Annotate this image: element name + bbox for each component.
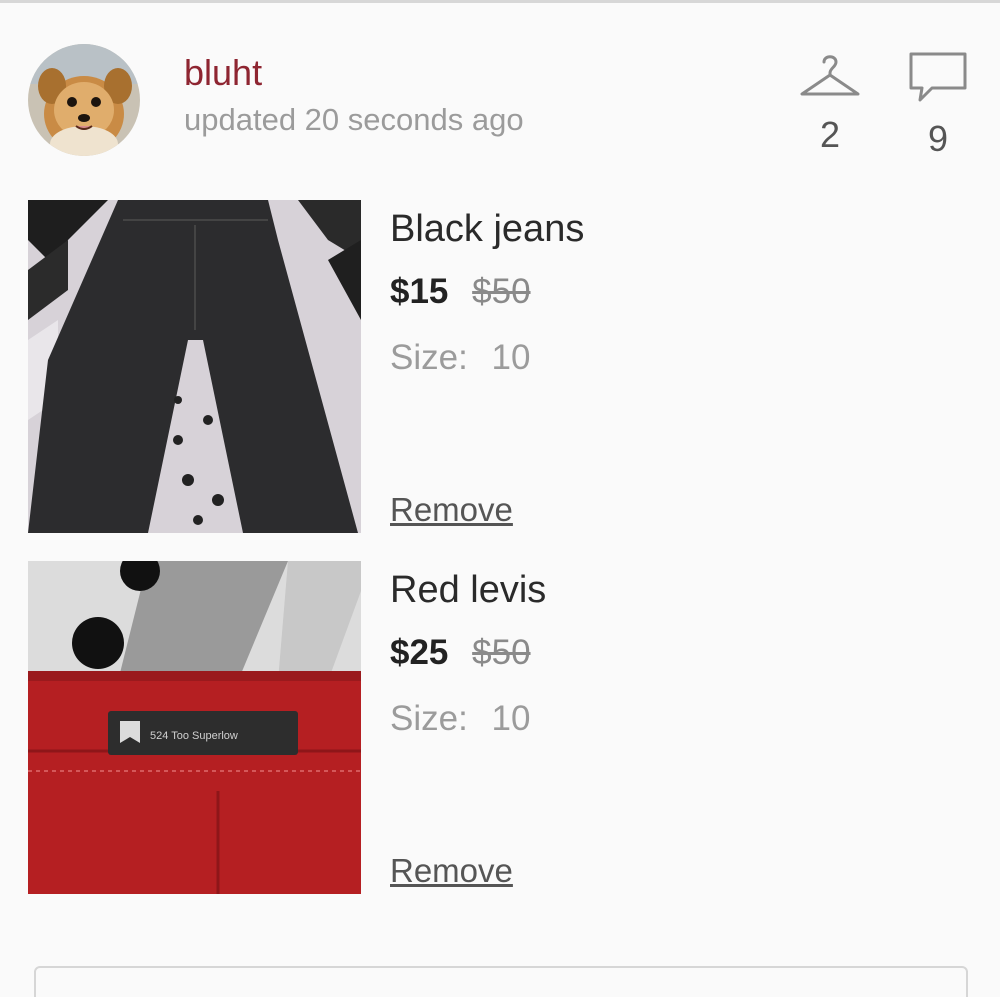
comment-count: 9 bbox=[927, 118, 949, 159]
hanger-stat[interactable]: 2 bbox=[790, 50, 870, 156]
seller-header: bluht updated 20 seconds ago 2 9 bbox=[0, 40, 1000, 170]
size-label: Size: bbox=[390, 338, 468, 377]
item-original-price: $50 bbox=[472, 272, 531, 311]
updated-timestamp: updated 20 seconds ago bbox=[184, 102, 524, 137]
size-value: 10 bbox=[491, 338, 531, 377]
list-item: 524 Too Superlow Red levis $25 $50 Size:… bbox=[28, 561, 968, 894]
item-size: Size: 10 bbox=[390, 699, 530, 739]
hanger-count: 2 bbox=[819, 114, 841, 155]
bottom-input-box[interactable] bbox=[34, 966, 968, 997]
item-original-price: $50 bbox=[472, 633, 531, 672]
top-divider bbox=[0, 0, 1000, 3]
remove-link[interactable]: Remove bbox=[390, 852, 513, 890]
item-title: Red levis bbox=[390, 569, 547, 611]
avatar[interactable] bbox=[28, 44, 140, 156]
hanger-icon bbox=[800, 55, 860, 96]
remove-link[interactable]: Remove bbox=[390, 491, 513, 529]
item-prices: $15 $50 bbox=[390, 272, 531, 312]
tag-text: 524 Too Superlow bbox=[150, 730, 238, 742]
size-label: Size: bbox=[390, 699, 468, 738]
bundle-page: bluht updated 20 seconds ago 2 9 Black j… bbox=[0, 0, 1000, 997]
item-photo[interactable]: 524 Too Superlow bbox=[28, 561, 361, 894]
comments-stat[interactable]: 9 bbox=[898, 50, 978, 160]
list-item: Black jeans $15 $50 Size: 10 Remove bbox=[28, 200, 968, 533]
item-title: Black jeans bbox=[390, 208, 585, 250]
item-size: Size: 10 bbox=[390, 338, 530, 378]
size-value: 10 bbox=[491, 699, 531, 738]
comment-icon bbox=[909, 52, 967, 102]
item-photo[interactable] bbox=[28, 200, 361, 533]
username-link[interactable]: bluht bbox=[184, 52, 262, 94]
dog-avatar-icon bbox=[28, 44, 140, 156]
item-price: $25 bbox=[390, 633, 449, 672]
item-price: $15 bbox=[390, 272, 449, 311]
red-levis-photo-icon: 524 Too Superlow bbox=[28, 561, 361, 894]
black-jeans-photo-icon bbox=[28, 200, 361, 533]
item-prices: $25 $50 bbox=[390, 633, 531, 673]
